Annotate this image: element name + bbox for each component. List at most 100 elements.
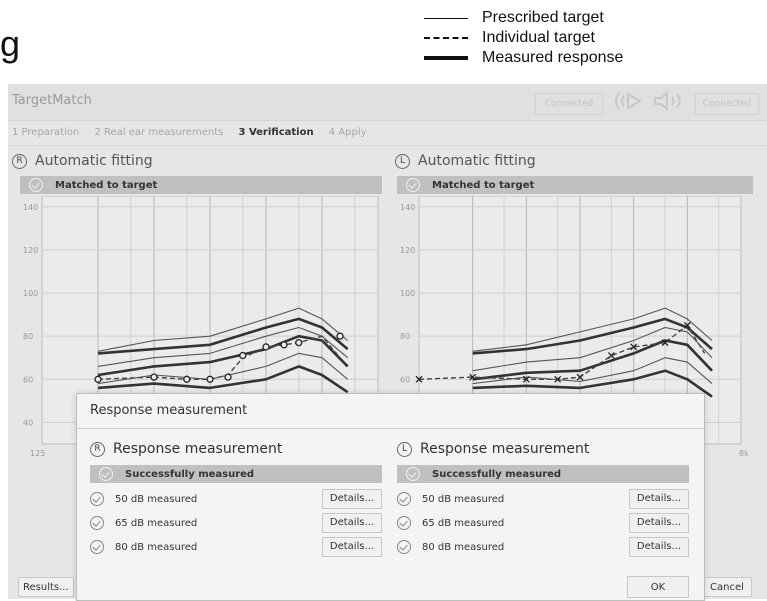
- y-tick-label: 60: [23, 375, 33, 384]
- measurement-row-80db: 80 dB measured Details...: [397, 535, 689, 559]
- data-point-circle: [224, 373, 232, 381]
- details-button[interactable]: Details...: [629, 489, 689, 509]
- left-status-bar: Matched to target: [397, 176, 753, 194]
- measurement-label: 80 dB measured: [422, 541, 505, 553]
- data-point-circle: [150, 373, 158, 381]
- step-navigation: 1 Preparation 2 Real ear measurements 3 …: [12, 127, 379, 138]
- y-tick-label: 80: [400, 332, 410, 341]
- y-tick-label: 140: [23, 203, 38, 212]
- x-tick-label: 8k: [739, 449, 749, 458]
- data-point-circle: [183, 375, 191, 383]
- title-bar: TargetMatch Connected Connected: [8, 84, 767, 121]
- measurement-label: 80 dB measured: [115, 541, 198, 553]
- left-panel-title: Automatic fitting: [418, 153, 536, 169]
- solid-line-swatch: [424, 17, 468, 19]
- results-button[interactable]: Results...: [18, 577, 74, 597]
- cancel-button[interactable]: Cancel: [702, 577, 752, 597]
- measurement-row-65db: 65 dB measured Details...: [397, 511, 689, 535]
- check-icon: [406, 178, 420, 192]
- left-ear-icon: L: [397, 441, 412, 457]
- check-circle-icon: [397, 516, 411, 530]
- details-button[interactable]: Details...: [322, 489, 382, 509]
- dialog-right-heading: R Response measurement: [90, 441, 382, 457]
- data-point-circle: [206, 375, 214, 383]
- details-button[interactable]: Details...: [322, 537, 382, 557]
- check-icon: [29, 178, 43, 192]
- x-tick-label: 125: [30, 449, 45, 458]
- legend-label: Prescribed target: [482, 9, 604, 26]
- details-button[interactable]: Details...: [629, 537, 689, 557]
- response-measurement-dialog: Response measurement R Response measurem…: [76, 393, 705, 601]
- measurement-label: 65 dB measured: [422, 517, 505, 529]
- check-circle-icon: [397, 492, 411, 506]
- measurement-row-80db: 80 dB measured Details...: [90, 535, 382, 559]
- app-title: TargetMatch: [12, 93, 92, 108]
- dialog-left-heading: L Response measurement: [397, 441, 689, 457]
- connected-button-right[interactable]: Connected: [695, 93, 759, 115]
- dialog-left-status: Successfully measured: [397, 465, 689, 483]
- right-ear-icon: R: [12, 153, 27, 169]
- divider: [8, 145, 767, 146]
- connected-button-left[interactable]: Connected: [535, 93, 603, 115]
- measurement-row-50db: 50 dB measured Details...: [397, 487, 689, 511]
- y-tick-label: 100: [400, 289, 415, 298]
- left-ear-heading: L Automatic fitting: [395, 153, 536, 169]
- step-verification[interactable]: 3 Verification: [239, 127, 314, 138]
- hearing-aid-left-icon[interactable]: [610, 88, 646, 118]
- legend-item-measured: Measured response: [424, 48, 664, 68]
- dialog-left-title: Response measurement: [420, 441, 590, 457]
- chart-legend: Prescribed target Individual target Meas…: [424, 8, 664, 68]
- dialog-left-status-label: Successfully measured: [432, 468, 562, 480]
- y-tick-label: 80: [23, 332, 33, 341]
- left-status-label: Matched to target: [432, 179, 535, 191]
- measurement-label: 50 dB measured: [422, 493, 505, 505]
- data-point-circle: [239, 351, 247, 360]
- step-preparation[interactable]: 1 Preparation: [12, 127, 79, 138]
- measurement-label: 50 dB measured: [115, 493, 198, 505]
- dialog-divider: [77, 428, 704, 429]
- right-status-bar: Matched to target: [20, 176, 382, 194]
- check-icon: [406, 467, 420, 481]
- y-tick-label: 120: [400, 246, 415, 255]
- thick-line-swatch: [424, 56, 468, 60]
- y-tick-label: 60: [400, 375, 410, 384]
- check-icon: [99, 467, 113, 481]
- dialog-title: Response measurement: [90, 403, 248, 418]
- dialog-right-column: R Response measurement Successfully meas…: [90, 441, 382, 559]
- dashed-line-swatch: [424, 37, 468, 39]
- hearing-aid-right-icon[interactable]: [651, 88, 687, 118]
- ok-button[interactable]: OK: [627, 576, 689, 598]
- dialog-right-title: Response measurement: [113, 441, 283, 457]
- right-status-label: Matched to target: [55, 179, 158, 191]
- y-tick-label: 40: [23, 418, 33, 427]
- dialog-left-column: L Response measurement Successfully meas…: [397, 441, 689, 559]
- left-ear-icon: L: [395, 153, 410, 169]
- legend-label: Individual target: [482, 29, 595, 46]
- y-tick-label: 140: [400, 203, 415, 212]
- data-point-circle: [336, 332, 344, 340]
- y-tick-label: 120: [23, 246, 38, 255]
- dialog-right-status-label: Successfully measured: [125, 468, 255, 480]
- right-ear-heading: R Automatic fitting: [12, 153, 153, 169]
- measurement-row-50db: 50 dB measured Details...: [90, 487, 382, 511]
- check-circle-icon: [90, 516, 104, 530]
- step-real-ear-measurements[interactable]: 2 Real ear measurements: [95, 127, 224, 138]
- data-point-circle: [262, 343, 270, 351]
- step-apply[interactable]: 4 Apply: [329, 127, 367, 138]
- legend-item-individual: Individual target: [424, 28, 664, 48]
- dialog-right-status: Successfully measured: [90, 465, 382, 483]
- details-button[interactable]: Details...: [629, 513, 689, 533]
- right-panel-title: Automatic fitting: [35, 153, 153, 169]
- check-circle-icon: [397, 540, 411, 554]
- right-ear-icon: R: [90, 441, 105, 457]
- y-tick-label: 100: [23, 289, 38, 298]
- legend-item-prescribed: Prescribed target: [424, 8, 664, 28]
- check-circle-icon: [90, 540, 104, 554]
- data-point-circle: [280, 341, 288, 349]
- check-circle-icon: [90, 492, 104, 506]
- details-button[interactable]: Details...: [322, 513, 382, 533]
- legend-label: Measured response: [482, 49, 624, 66]
- measurement-label: 65 dB measured: [115, 517, 198, 529]
- data-point-circle: [94, 375, 102, 383]
- measurement-row-65db: 65 dB measured Details...: [90, 511, 382, 535]
